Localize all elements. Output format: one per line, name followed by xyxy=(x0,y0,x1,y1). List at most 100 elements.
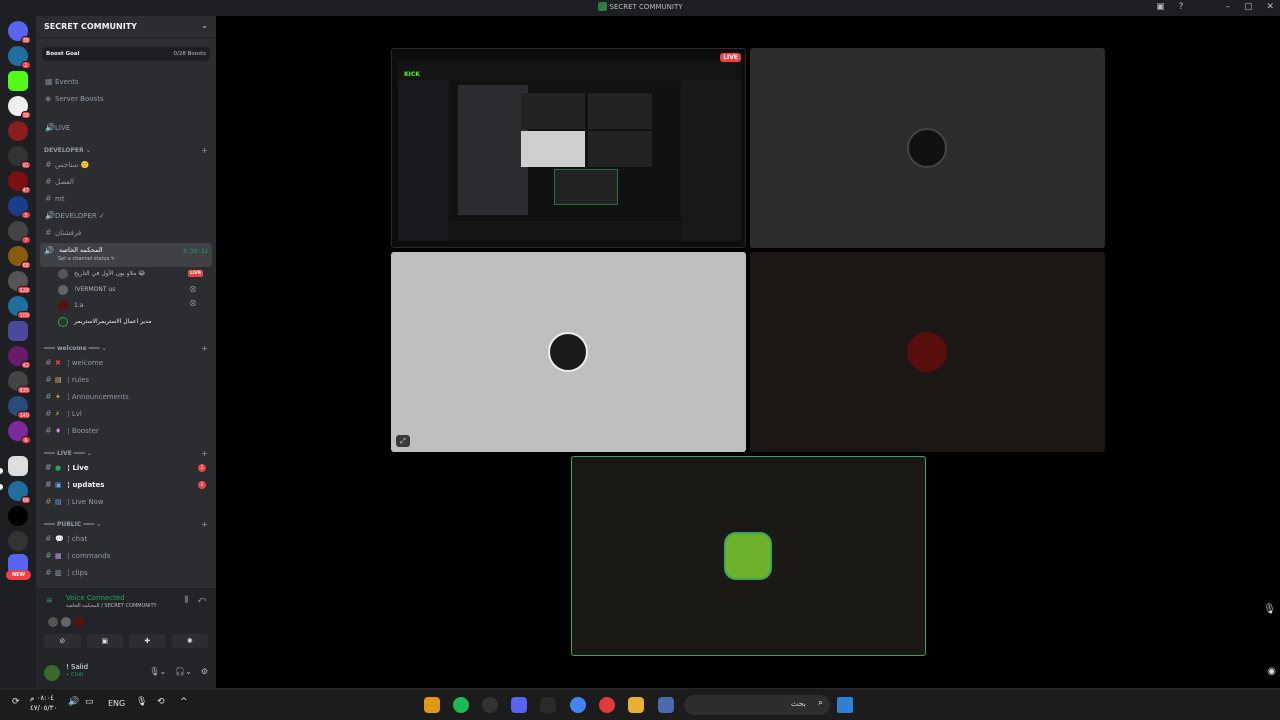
settings-icon[interactable]: ◉ xyxy=(1267,666,1276,677)
spotify-icon[interactable] xyxy=(453,697,469,713)
app-icon[interactable] xyxy=(540,697,556,713)
windows-start-icon[interactable] xyxy=(837,697,853,713)
server-icon[interactable]: 42 xyxy=(8,346,31,369)
microphone-icon[interactable]: 🎙⌄ xyxy=(149,667,166,676)
kick-server-icon[interactable] xyxy=(8,71,28,91)
channel-item[interactable]: # ✦ ¦ Announcements xyxy=(40,389,212,405)
maximize-button[interactable]: ▢ xyxy=(1244,2,1253,12)
server-icon[interactable]: 140 xyxy=(8,396,31,419)
signal-icon[interactable]: ≋ xyxy=(46,596,53,605)
discord-icon[interactable] xyxy=(511,697,527,713)
microphone-icon[interactable]: 🎙 xyxy=(136,697,147,707)
app-icon[interactable] xyxy=(658,697,674,713)
channel-live-voice[interactable]: 🔊LIVE xyxy=(40,120,212,136)
stream-tile[interactable]: KICK LIVE xyxy=(391,48,746,248)
direct-messages-icon[interactable]: 38 xyxy=(8,21,31,44)
channel-item[interactable]: # ● ¦ Live 2 xyxy=(40,460,212,476)
channel-status[interactable]: Set a channel status ✎ xyxy=(58,256,115,262)
category-live[interactable]: ═══ LIVE ═══ ⌄ + xyxy=(44,449,212,458)
category-developer[interactable]: DEVELOPER ⌄ + xyxy=(44,146,212,155)
share-screen-button[interactable]: ▣ xyxy=(86,634,123,648)
server-icon[interactable]: 91 xyxy=(8,146,31,169)
channel-item[interactable]: # mt xyxy=(40,191,212,207)
voice-connected-panel: ≋ Voice Connected المحكمه الخاصة / SECRE… xyxy=(36,588,216,658)
server-icon[interactable] xyxy=(8,456,28,476)
channel-item[interactable]: 🔊DEVELOPER ✓ xyxy=(40,208,212,224)
channel-item[interactable]: # ▦ ¦ commands xyxy=(40,548,212,564)
avatar[interactable] xyxy=(44,665,60,681)
server-icon[interactable] xyxy=(8,121,28,141)
server-icon[interactable]: 68 xyxy=(8,246,31,269)
channel-item[interactable]: # فرفشتان xyxy=(40,225,212,241)
channel-item[interactable]: # ▤ ¦ Live Now xyxy=(40,494,212,510)
headphones-icon[interactable]: 🎧⌄ xyxy=(175,667,192,676)
guild-header[interactable]: SECRET COMMUNITY ⌄ xyxy=(36,16,216,38)
unread-pip xyxy=(0,484,3,490)
active-voice-channel[interactable]: 🔊 المحكمه الخاصه Set a channel status ✎ … xyxy=(40,243,212,267)
server-icon[interactable] xyxy=(8,531,28,551)
server-icon[interactable]: 96 xyxy=(8,481,31,504)
inbox-icon[interactable]: ▣ xyxy=(1156,2,1165,12)
file-explorer-icon[interactable] xyxy=(628,697,644,713)
camera-off-button[interactable]: ⊘ xyxy=(44,634,81,648)
chevron-up-icon[interactable]: ^ xyxy=(180,697,188,707)
server-icon[interactable]: 635 xyxy=(8,371,31,394)
volume-icon[interactable]: 🔊 xyxy=(68,697,79,707)
search-box[interactable]: بحث ⌕ xyxy=(684,695,830,715)
soundboard-button[interactable]: ✺ xyxy=(171,634,208,648)
calendar-icon: ▦ xyxy=(45,77,53,86)
clock[interactable]: ٠٨:٠٤ م ٤٧/٠٥/٣٠ xyxy=(30,693,57,713)
channel-sidebar: SECRET COMMUNITY ⌄ Boost Goal 0/28 Boosts … xyxy=(36,16,216,688)
category-public[interactable]: ═══ PUBLIC ═══ ⌄ + xyxy=(44,520,212,529)
channel-item[interactable]: # ♦ ¦ Booster xyxy=(40,423,212,439)
noise-suppression-icon[interactable]: ⫼ xyxy=(184,595,188,605)
participant-tile[interactable] xyxy=(750,252,1105,452)
server-icon[interactable]: 2 xyxy=(8,46,31,69)
channel-item[interactable]: # 💬 ¦ chat xyxy=(40,531,212,547)
fullscreen-icon[interactable]: ⤢ xyxy=(396,435,410,447)
speaker-icon: 🔊 xyxy=(44,246,54,255)
category-welcome[interactable]: ═══ welcome ═══ ⌄ + xyxy=(44,344,212,353)
server-icon[interactable] xyxy=(8,506,28,526)
activities-button[interactable]: ✚ xyxy=(129,634,166,648)
server-icon[interactable]: 5 xyxy=(8,196,31,219)
channel-item[interactable]: # ▤ ¦ rules xyxy=(40,372,212,388)
display-icon[interactable]: ▭ xyxy=(85,697,94,707)
participant-tile[interactable] xyxy=(750,48,1105,248)
language-indicator[interactable]: ENG xyxy=(108,699,125,708)
channel-item[interactable]: # ▣ ¦ updates 1 xyxy=(40,477,212,493)
voice-stage: KICK LIVE ⤢ 🎙 ◉ xyxy=(216,16,1280,688)
gear-icon[interactable]: ⚙ xyxy=(201,667,208,676)
server-icon[interactable]: 6 xyxy=(8,421,31,444)
minimize-button[interactable]: – xyxy=(1225,2,1230,12)
speech-bubble-icon: 💬 xyxy=(55,535,64,543)
participant-tile-speaking[interactable] xyxy=(571,456,926,656)
sync-icon[interactable]: ⟲ xyxy=(157,697,165,707)
app-icon[interactable] xyxy=(482,697,498,713)
server-icon[interactable]: 38 xyxy=(8,96,31,119)
server-icon[interactable]: 109 xyxy=(8,296,31,319)
boost-goal-bar[interactable]: Boost Goal 0/28 Boosts xyxy=(42,47,210,61)
disconnect-icon[interactable]: ⤺ xyxy=(197,595,206,605)
avatar xyxy=(61,617,71,627)
server-icon[interactable]: 528 xyxy=(8,271,31,294)
app-icon[interactable] xyxy=(424,697,440,713)
channel-item[interactable]: # ⚡ ¦ Lvl xyxy=(40,406,212,422)
events-item[interactable]: ▦ Events xyxy=(40,74,212,90)
channel-item[interactable]: # الفصل xyxy=(40,174,212,190)
help-icon[interactable]: ? xyxy=(1179,2,1184,12)
server-icon[interactable]: 47 xyxy=(8,171,31,194)
network-icon[interactable]: ⟳ xyxy=(12,697,20,707)
close-button[interactable]: ✕ xyxy=(1266,2,1274,12)
chrome-icon[interactable] xyxy=(570,697,586,713)
avatar xyxy=(548,332,588,372)
app-icon[interactable] xyxy=(599,697,615,713)
server-icon[interactable] xyxy=(8,321,28,341)
server-boosts-item[interactable]: ◈ Server Boosts xyxy=(40,91,212,107)
channel-item[interactable]: # ✖ ¦ welcome xyxy=(40,355,212,371)
microphone-icon[interactable]: 🎙 xyxy=(1263,604,1276,615)
channel-item[interactable]: # سناجس 🙂 xyxy=(40,157,212,173)
channel-item[interactable]: # ▥ ¦ clips xyxy=(40,565,212,581)
participant-tile[interactable]: ⤢ xyxy=(391,252,746,452)
server-icon[interactable]: 7 xyxy=(8,221,31,244)
